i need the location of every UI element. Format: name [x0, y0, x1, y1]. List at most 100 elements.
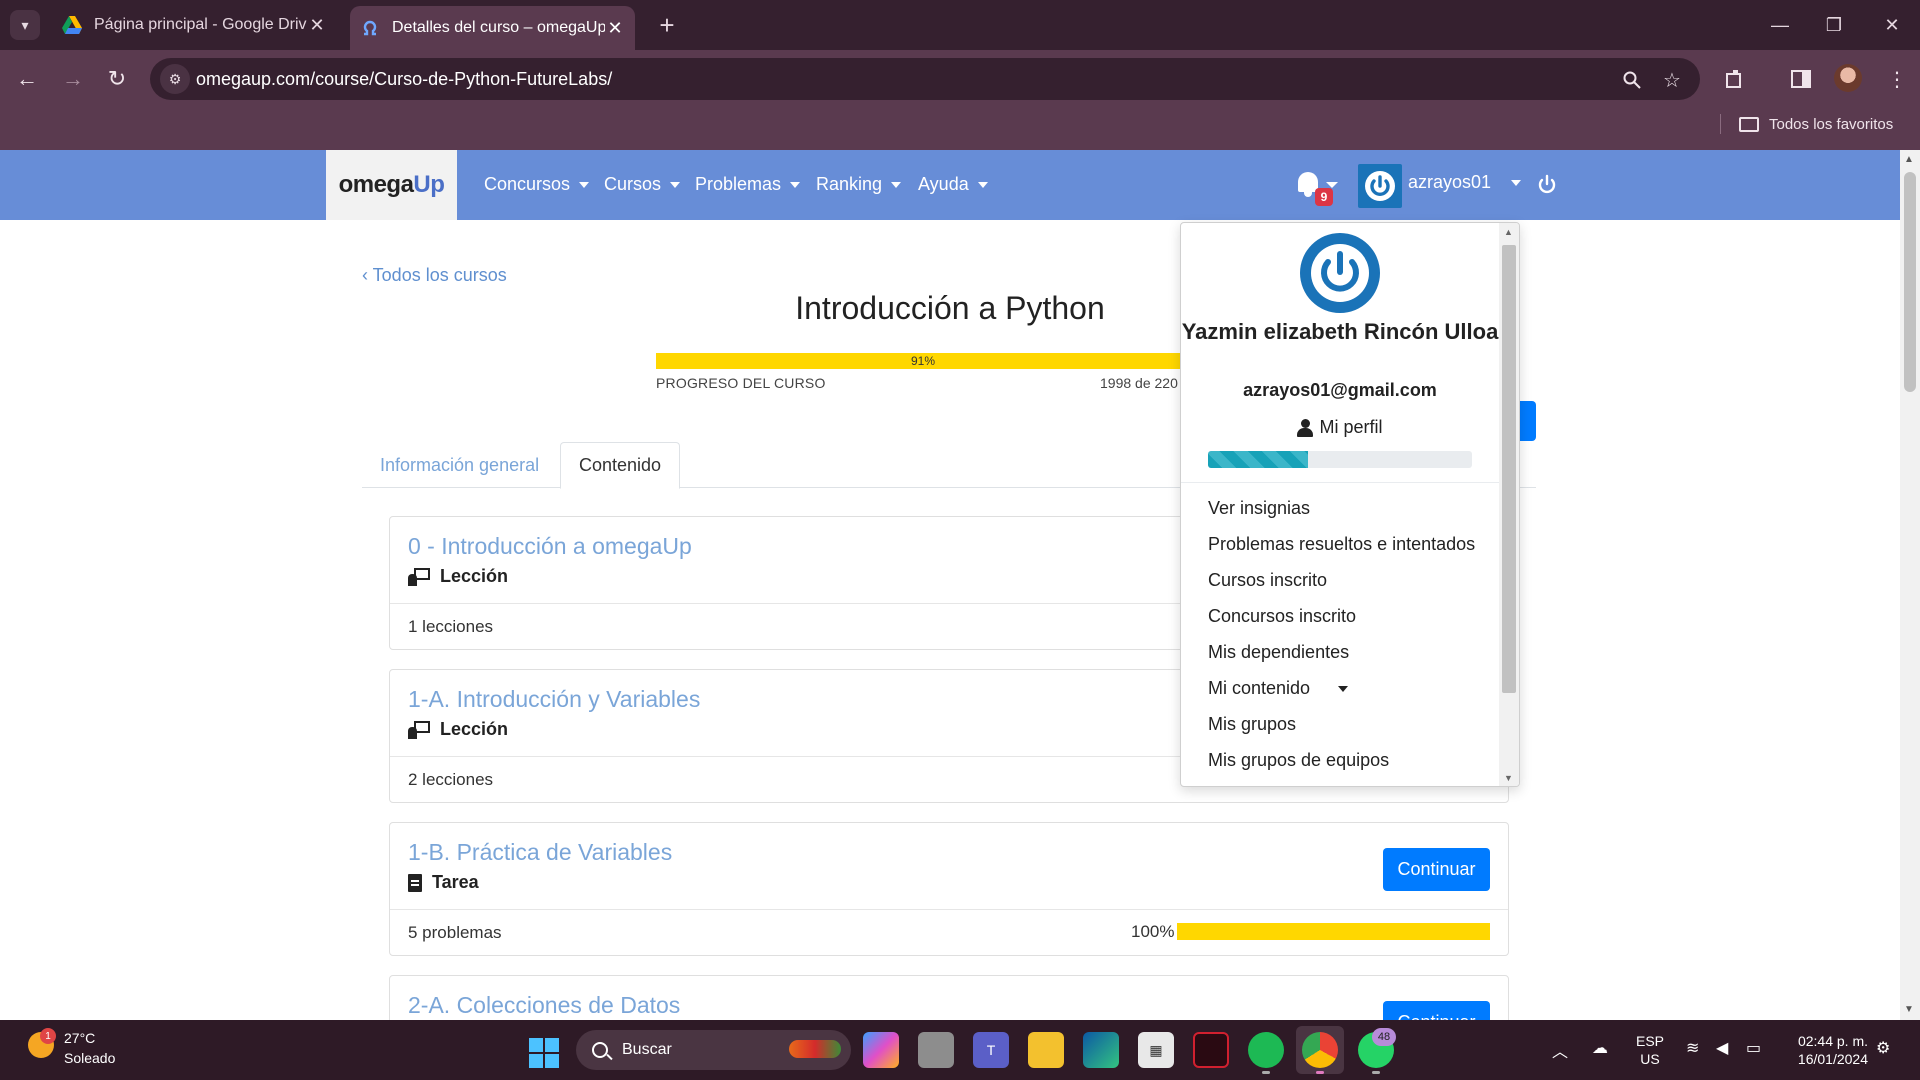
- teams-icon[interactable]: T: [973, 1032, 1009, 1068]
- chevron-up-icon[interactable]: ︿: [1552, 1038, 1568, 1062]
- task-view-icon[interactable]: [918, 1032, 954, 1068]
- course-progress-percent: 91%: [911, 354, 936, 368]
- nav-concursos[interactable]: Concursos: [484, 174, 590, 195]
- minimize-icon[interactable]: —: [1760, 10, 1800, 40]
- nav-label: Ayuda: [918, 174, 969, 194]
- assignment-count: 5 problemas: [408, 922, 502, 942]
- page-content: omega Up Concursos Cursos Problemas Ranki…: [0, 150, 1900, 1020]
- copilot-icon[interactable]: [863, 1032, 899, 1068]
- onedrive-icon[interactable]: ☁: [1592, 1038, 1608, 1058]
- address-bar[interactable]: ⚙ omegaup.com/course/Curso-de-Python-Fut…: [150, 58, 1700, 100]
- notifications-bell-icon[interactable]: 9: [1296, 170, 1338, 206]
- forward-arrow-icon[interactable]: →: [56, 62, 90, 96]
- continue-button[interactable]: Continuar: [1383, 1001, 1490, 1020]
- chevron-down-icon: [1511, 179, 1522, 186]
- menu-item-cursos-inscrito[interactable]: Cursos inscrito: [1208, 570, 1327, 591]
- spotify-icon[interactable]: [1248, 1032, 1284, 1074]
- file-explorer-icon[interactable]: [1028, 1032, 1064, 1068]
- assignment-count: 2 lecciones: [408, 769, 494, 789]
- assignment-progress-percent: 100%: [1131, 922, 1175, 941]
- scrollbar-thumb[interactable]: [1904, 172, 1916, 392]
- scroll-down-arrow-icon[interactable]: ▼: [1904, 1004, 1914, 1015]
- tab-omegaup-course[interactable]: Detalles del curso – omegaUp ✕: [350, 6, 635, 50]
- menu-item-ver-insignias[interactable]: Ver insignias: [1208, 498, 1310, 519]
- all-bookmarks[interactable]: Todos los favoritos: [1720, 114, 1893, 134]
- tab-search-button[interactable]: ▾: [10, 10, 40, 40]
- tab-title: Página principal - Google Drive: [94, 16, 307, 33]
- chrome-icon[interactable]: [1302, 1032, 1338, 1074]
- bookmark-star-icon[interactable]: ☆: [1658, 66, 1686, 94]
- divider: [1720, 114, 1721, 134]
- scrollbar-thumb[interactable]: [1502, 245, 1516, 693]
- close-tab-icon[interactable]: ✕: [605, 18, 625, 39]
- restore-icon[interactable]: ❐: [1814, 10, 1854, 40]
- dropdown-scrollbar[interactable]: ▲ ▼: [1499, 223, 1519, 786]
- menu-item-mi-contenido[interactable]: Mi contenido: [1208, 678, 1349, 699]
- card-header: 2-A. Colecciones de Datos Continuar: [390, 976, 1508, 1020]
- taskbar-search[interactable]: Buscar: [576, 1030, 851, 1070]
- omegaup-logo[interactable]: omega Up: [326, 150, 457, 220]
- nav-ranking[interactable]: Ranking: [816, 174, 902, 195]
- continue-button[interactable]: Continuar: [1383, 848, 1490, 891]
- course-progress-label: PROGRESO DEL CURSO: [656, 375, 826, 391]
- username: azrayos01: [1408, 172, 1492, 192]
- logout-power-icon[interactable]: [1536, 174, 1558, 196]
- antivirus-icon[interactable]: [1193, 1032, 1229, 1068]
- nav-cursos[interactable]: Cursos: [604, 174, 681, 195]
- menu-item-concursos-inscrito[interactable]: Concursos inscrito: [1208, 606, 1356, 627]
- close-tab-icon[interactable]: ✕: [307, 15, 327, 36]
- profile-avatar[interactable]: [1834, 64, 1862, 92]
- user-email: azrayos01@gmail.com: [1243, 380, 1437, 400]
- course-progress-count: 1998 de 220: [1100, 375, 1178, 391]
- nav-label: Cursos: [604, 174, 662, 194]
- menu-kebab-icon[interactable]: ⋮: [1880, 62, 1914, 96]
- user-menu-toggle[interactable]: azrayos01: [1408, 172, 1522, 193]
- tab-informacion-general[interactable]: Información general: [362, 442, 557, 488]
- file-alt-icon: [408, 873, 422, 892]
- back-to-courses-link[interactable]: ‹ Todos los cursos: [362, 265, 507, 286]
- notifications-icon[interactable]: ⚙: [1876, 1038, 1890, 1058]
- menu-item-mis-dependientes[interactable]: Mis dependientes: [1208, 642, 1349, 663]
- tab-contenido[interactable]: Contenido: [560, 442, 681, 489]
- chalkboard-teacher-icon: [408, 720, 430, 739]
- microsoft-store-icon[interactable]: ▦: [1138, 1032, 1174, 1068]
- site-info-icon[interactable]: ⚙: [160, 64, 190, 94]
- menu-item-problemas-resueltos[interactable]: Problemas resueltos e intentados: [1208, 534, 1475, 555]
- volume-icon[interactable]: ◀: [1716, 1038, 1728, 1058]
- close-window-icon[interactable]: ✕: [1872, 10, 1912, 40]
- assignment-title[interactable]: 1-B. Práctica de Variables: [408, 839, 1490, 866]
- tab-google-drive[interactable]: Página principal - Google Drive ✕: [52, 8, 337, 42]
- assignment-title[interactable]: 2-A. Colecciones de Datos: [408, 992, 1490, 1019]
- google-drive-icon: [62, 15, 82, 35]
- assignment-type-label: Lección: [440, 566, 509, 586]
- assignment-count: 1 lecciones: [408, 616, 494, 636]
- wifi-icon[interactable]: ≋: [1686, 1038, 1699, 1058]
- scroll-up-arrow-icon[interactable]: ▲: [1504, 227, 1513, 237]
- windows-start-icon[interactable]: [529, 1038, 559, 1068]
- language-indicator[interactable]: ESP US: [1636, 1032, 1664, 1068]
- extensions-icon[interactable]: [1718, 62, 1752, 96]
- new-tab-button[interactable]: +: [652, 10, 682, 40]
- system-clock[interactable]: 02:44 p. m. 16/01/2024: [1780, 1032, 1868, 1068]
- user-avatar[interactable]: [1358, 164, 1402, 208]
- progress-fill: [1208, 451, 1309, 468]
- menu-item-mis-grupos[interactable]: Mis grupos: [1208, 714, 1296, 735]
- scroll-down-arrow-icon[interactable]: ▼: [1504, 773, 1513, 783]
- menu-item-mis-grupos-de-equipos[interactable]: Mis grupos de equipos: [1208, 750, 1389, 771]
- my-profile-link[interactable]: Mi perfil: [1181, 417, 1499, 438]
- nav-problemas[interactable]: Problemas: [695, 174, 801, 195]
- logo-up: Up: [413, 171, 445, 198]
- side-panel-icon[interactable]: [1784, 62, 1818, 96]
- reload-icon[interactable]: ↻: [100, 62, 134, 96]
- edge-icon[interactable]: [1083, 1032, 1119, 1068]
- chevron-down-icon: [579, 181, 590, 188]
- back-arrow-icon[interactable]: ←: [10, 62, 44, 96]
- assignment-card: 2-A. Colecciones de Datos Continuar: [389, 975, 1509, 1020]
- chevron-down-icon: [670, 181, 681, 188]
- page-scrollbar[interactable]: ▲ ▼: [1900, 150, 1920, 1020]
- nav-ayuda[interactable]: Ayuda: [918, 174, 988, 195]
- scroll-up-arrow-icon[interactable]: ▲: [1904, 154, 1914, 165]
- battery-icon[interactable]: ▭: [1746, 1038, 1761, 1058]
- url-text[interactable]: omegaup.com/course/Curso-de-Python-Futur…: [196, 69, 612, 90]
- zoom-icon[interactable]: [1618, 66, 1646, 94]
